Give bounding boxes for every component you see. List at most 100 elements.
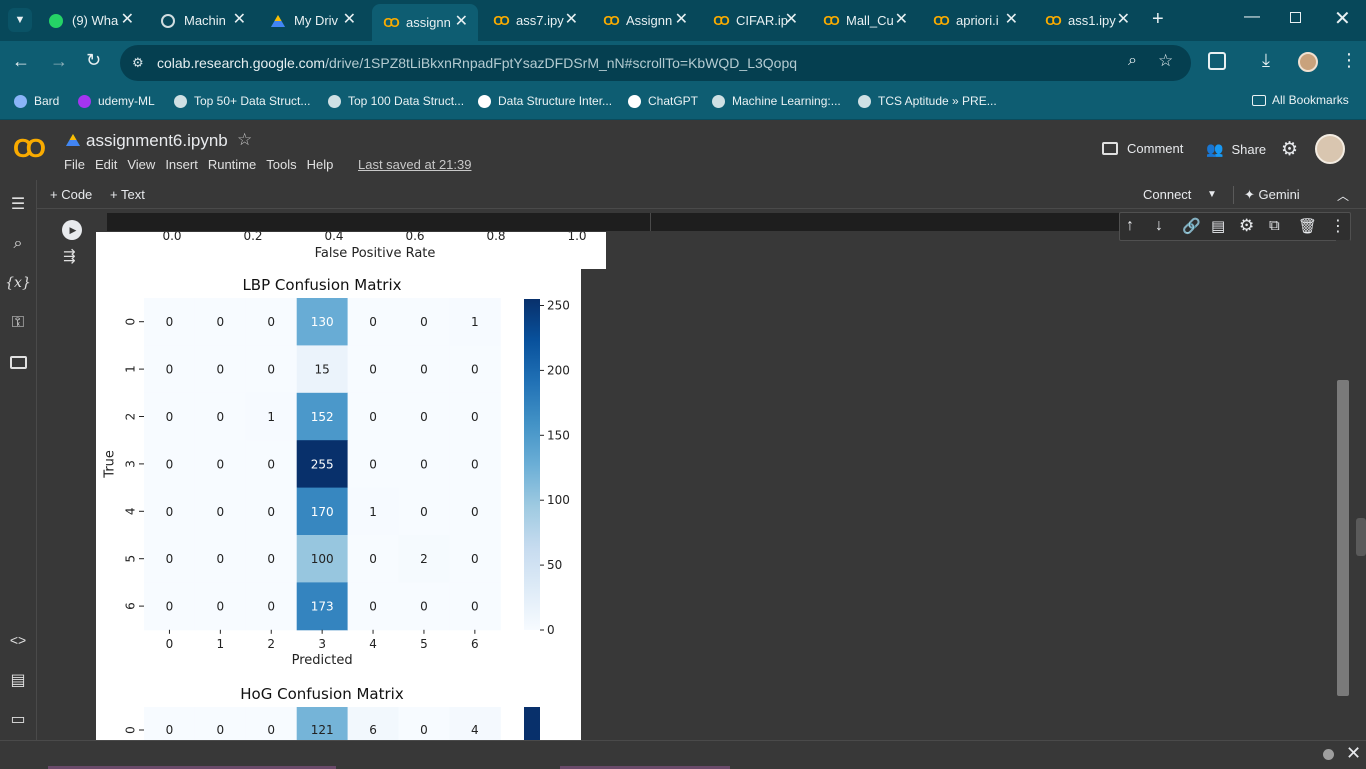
colab-logo[interactable]: CO (13, 133, 46, 164)
tab-close-icon[interactable]: ✕ (565, 11, 578, 29)
tab-search-chevron-icon[interactable]: ▼ (8, 8, 32, 32)
bookmark-item[interactable]: Machine Learning:... (710, 93, 841, 109)
browser-tab[interactable]: My Driv ✕ (260, 6, 366, 35)
extensions-icon[interactable] (1208, 52, 1226, 70)
browser-tab[interactable]: (9) Wha ✕ (38, 6, 144, 35)
colab-icon: CO (933, 13, 949, 28)
add-code-button[interactable]: + Code (50, 187, 92, 202)
notebook-title[interactable]: assignment6.ipynb (86, 131, 228, 151)
connect-button[interactable]: Connect (1143, 187, 1191, 202)
browser-tab[interactable]: Machin ✕ (150, 6, 256, 35)
link-icon[interactable]: 🔗 (1182, 217, 1201, 235)
menu-item-edit[interactable]: Edit (95, 157, 117, 172)
status-dot-icon (1323, 749, 1334, 760)
menu-item-tools[interactable]: Tools (266, 157, 296, 172)
mirror-cell-icon[interactable]: ⧉ (1269, 217, 1280, 234)
tab-close-icon[interactable]: ✕ (343, 11, 356, 29)
terminal-icon[interactable]: ▭ (8, 709, 28, 729)
share-button[interactable]: 👥 Share (1206, 141, 1266, 158)
browser-menu-icon[interactable]: ⋮ (1340, 50, 1358, 71)
tab-close-icon[interactable]: ✕ (121, 11, 134, 29)
vertical-scrollbar[interactable] (1336, 240, 1350, 740)
browser-tab[interactable]: CO ass1.ipy ✕ (1034, 6, 1140, 35)
search-icon[interactable]: ⌕ (8, 234, 28, 254)
browser-tab[interactable]: CO CIFAR.ip ✕ (702, 6, 808, 35)
user-avatar[interactable] (1315, 134, 1345, 164)
tab-title: CIFAR.ip (736, 13, 789, 28)
comment-button[interactable]: Comment (1102, 141, 1183, 156)
menu-item-help[interactable]: Help (307, 157, 334, 172)
menu-item-file[interactable]: File (64, 157, 85, 172)
y-tick-label: 2 (124, 413, 138, 421)
address-bar[interactable]: ⚙ colab.research.google.com/drive/1SPZ8t… (120, 45, 1191, 81)
close-window-icon[interactable]: ✕ (1334, 6, 1351, 31)
page-scrollbar-thumb[interactable] (1356, 518, 1366, 556)
table-of-contents-icon[interactable]: ☰ (8, 194, 28, 214)
cell-value-label: 0 (420, 410, 428, 424)
move-cell-down-icon[interactable]: ↓ (1155, 217, 1163, 235)
scrollbar-thumb[interactable] (1337, 380, 1349, 696)
bookmark-item[interactable]: Bard (12, 93, 59, 109)
menu-item-runtime[interactable]: Runtime (208, 157, 256, 172)
browser-tab[interactable]: CO assignn ✕ (372, 4, 478, 41)
tab-close-icon[interactable]: ✕ (895, 11, 908, 29)
tab-close-icon[interactable]: ✕ (1117, 11, 1130, 29)
cell-settings-icon[interactable]: ⚙ (1239, 216, 1254, 236)
bookmark-item[interactable]: Top 50+ Data Struct... (172, 93, 310, 109)
all-bookmarks-label: All Bookmarks (1272, 93, 1349, 107)
new-tab-button[interactable]: + (1152, 9, 1164, 29)
menu-item-view[interactable]: View (127, 157, 155, 172)
zoom-icon[interactable]: ⌕ (1128, 52, 1137, 70)
bookmark-item[interactable]: ChatGPT (626, 93, 698, 109)
restore-icon[interactable] (1290, 12, 1301, 23)
browser-tab[interactable]: CO Assignn ✕ (592, 6, 698, 35)
menu-item-insert[interactable]: Insert (165, 157, 198, 172)
comment-cell-icon[interactable]: ▤ (1211, 217, 1225, 235)
tab-close-icon[interactable]: ✕ (675, 11, 688, 29)
browser-tab[interactable]: CO ass7.ipy ✕ (482, 6, 588, 35)
close-status-icon[interactable]: ✕ (1346, 743, 1361, 764)
connect-dropdown-icon[interactable]: ▼ (1207, 189, 1217, 200)
files-folder-icon[interactable] (8, 352, 28, 372)
run-cell-button[interactable]: ▶ (62, 220, 82, 240)
roc-x-tick: 0.6 (405, 232, 424, 243)
minimize-icon[interactable]: — (1244, 8, 1260, 26)
bookmark-item[interactable]: TCS Aptitude » PRE... (856, 93, 997, 109)
bookmark-item[interactable]: Data Structure Inter... (476, 93, 612, 109)
profile-avatar[interactable] (1298, 52, 1318, 72)
browser-tab[interactable]: CO apriori.i ✕ (922, 6, 1028, 35)
delete-cell-icon[interactable]: 🗑 (1298, 217, 1317, 235)
move-cell-up-icon[interactable]: ↑ (1126, 217, 1134, 235)
cell-more-icon[interactable]: ⋮ (1330, 216, 1346, 236)
bookmark-item[interactable]: Top 100 Data Struct... (326, 93, 464, 109)
collapse-header-icon[interactable]: ︿ (1337, 187, 1349, 204)
all-bookmarks[interactable]: All Bookmarks (1252, 93, 1349, 107)
last-saved-link[interactable]: Last saved at 21:39 (358, 157, 471, 172)
forward-arrow-icon[interactable]: → (50, 51, 68, 72)
tab-close-icon[interactable]: ✕ (455, 13, 468, 31)
tab-close-icon[interactable]: ✕ (1005, 11, 1018, 29)
gemini-button[interactable]: ✦ Gemini (1244, 187, 1300, 203)
variables-icon[interactable]: {x} (5, 273, 31, 293)
download-icon[interactable]: ⤓ (1262, 50, 1270, 71)
command-palette-icon[interactable]: ▤ (8, 670, 28, 690)
site-info-icon[interactable]: ⚙ (132, 55, 144, 71)
tab-close-icon[interactable]: ✕ (233, 11, 246, 29)
settings-gear-icon[interactable]: ⚙ (1281, 138, 1298, 161)
star-icon[interactable]: ☆ (237, 130, 252, 150)
code-snippets-icon[interactable]: <> (8, 630, 28, 650)
cell-value-label: 1 (471, 315, 479, 329)
url-host: colab.research.google.com (157, 55, 326, 71)
reload-icon[interactable]: ↻ (86, 50, 101, 71)
tab-close-icon[interactable]: ✕ (785, 11, 798, 29)
output-actions-icon[interactable]: ⇶ (63, 247, 76, 265)
chart-title: HoG Confusion Matrix (240, 685, 404, 703)
bookmark-star-icon[interactable]: ☆ (1158, 51, 1173, 71)
browser-tab[interactable]: CO Mall_Cu ✕ (812, 6, 918, 35)
secrets-key-icon[interactable]: ⚿ (8, 313, 28, 333)
bookmark-item[interactable]: udemy-ML (76, 93, 155, 109)
cell-value-label: 0 (217, 723, 225, 737)
add-text-button[interactable]: + Text (110, 187, 145, 202)
cell-value-label: 0 (420, 315, 428, 329)
back-arrow-icon[interactable]: ← (12, 51, 30, 72)
